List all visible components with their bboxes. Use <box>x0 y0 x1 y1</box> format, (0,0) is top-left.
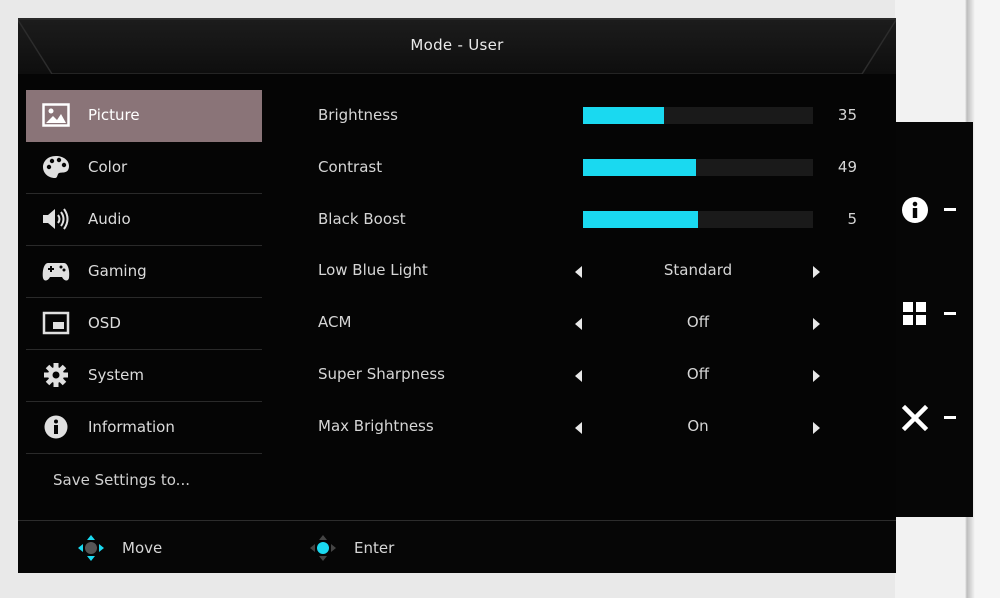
setting-max-brightness[interactable]: Max Brightness On <box>316 401 876 453</box>
dpad-enter-icon <box>310 535 336 561</box>
sidebar-item-information[interactable]: Information <box>26 402 262 454</box>
left-arrow-icon[interactable] <box>575 266 582 279</box>
dpad-move-icon <box>78 535 104 561</box>
sidebar-item-label: Audio <box>88 210 131 228</box>
setting-low-blue-light[interactable]: Low Blue Light Standard <box>316 245 876 297</box>
sidebar-item-label: Information <box>88 418 175 436</box>
sidebar-item-gaming[interactable]: Gaming <box>26 246 262 298</box>
hotkey-dash <box>944 208 956 211</box>
sidebar-item-color[interactable]: Color <box>26 142 262 194</box>
setting-label: Brightness <box>318 106 398 124</box>
gamepad-icon <box>42 263 70 281</box>
hotkey-dash <box>944 416 956 419</box>
contrast-slider-fill <box>583 158 696 176</box>
brightness-value: 35 <box>837 106 857 124</box>
setting-black-boost[interactable]: Black Boost 5 <box>316 194 876 246</box>
setting-label: Max Brightness <box>318 416 434 435</box>
setting-label: Low Blue Light <box>318 261 428 280</box>
super-sharpness-value: Off <box>686 364 710 383</box>
right-arrow-icon[interactable] <box>813 369 820 382</box>
page-title: Mode - User <box>410 36 504 54</box>
setting-label: Black Boost <box>318 209 406 228</box>
right-arrow-icon[interactable] <box>813 318 820 331</box>
sidebar-item-audio[interactable]: Audio <box>26 194 262 246</box>
save-settings-item[interactable]: Save Settings to... <box>53 471 190 489</box>
sidebar-item-system[interactable]: System <box>26 350 262 402</box>
setting-label: ACM <box>318 313 352 332</box>
sidebar-item-picture[interactable]: Picture <box>26 90 262 142</box>
title-bar: Mode - User <box>18 20 896 74</box>
close-hotkey[interactable] <box>901 404 961 444</box>
footer-hints: Move Enter <box>18 520 896 573</box>
setting-label: Super Sharpness <box>318 364 445 383</box>
sidebar-item-label: System <box>88 366 144 384</box>
right-arrow-icon[interactable] <box>813 421 820 434</box>
settings-panel: Brightness 35 Contrast 49 Black Boost 5 … <box>316 90 876 453</box>
setting-acm[interactable]: ACM Off <box>316 297 876 349</box>
info-icon <box>44 415 68 439</box>
osd-window-icon <box>42 311 70 335</box>
picture-icon <box>42 103 70 127</box>
black-boost-slider-fill <box>583 210 698 228</box>
black-boost-slider[interactable] <box>583 210 813 228</box>
grid-hotkey[interactable] <box>901 300 961 340</box>
sidebar: Picture Color Audio Gaming OSD System In… <box>26 90 262 454</box>
sidebar-item-label: OSD <box>88 314 121 332</box>
black-boost-value: 5 <box>847 209 857 228</box>
left-arrow-icon[interactable] <box>575 369 582 382</box>
contrast-value: 49 <box>837 157 857 176</box>
hotkey-dash <box>944 312 956 315</box>
low-blue-light-value: Standard <box>663 261 733 280</box>
left-arrow-icon[interactable] <box>575 421 582 434</box>
brightness-slider-fill <box>583 107 664 124</box>
sidebar-item-label: Gaming <box>88 262 147 280</box>
contrast-slider[interactable] <box>583 158 813 176</box>
enter-label: Enter <box>354 539 395 557</box>
setting-brightness[interactable]: Brightness 35 <box>316 90 876 142</box>
left-arrow-icon[interactable] <box>575 318 582 331</box>
acm-value: Off <box>686 313 710 332</box>
move-label: Move <box>122 539 163 557</box>
info-icon <box>902 197 928 223</box>
sidebar-item-osd[interactable]: OSD <box>26 298 262 350</box>
right-arrow-icon[interactable] <box>813 266 820 279</box>
grid-icon <box>903 302 926 325</box>
osd-menu: Mode - User Picture Color Audio Gaming O… <box>18 18 896 573</box>
info-hotkey[interactable] <box>901 196 961 236</box>
setting-super-sharpness[interactable]: Super Sharpness Off <box>316 349 876 401</box>
sidebar-item-label: Picture <box>88 106 140 124</box>
max-brightness-value: On <box>687 416 709 435</box>
brightness-slider[interactable] <box>583 107 813 124</box>
speaker-icon <box>43 208 69 230</box>
setting-label: Contrast <box>318 157 383 176</box>
close-icon <box>901 404 929 432</box>
sidebar-item-label: Color <box>88 158 128 176</box>
gear-icon <box>44 363 68 387</box>
palette-icon <box>43 156 69 178</box>
setting-contrast[interactable]: Contrast 49 <box>316 142 876 194</box>
monitor-side-buttons <box>893 122 973 517</box>
